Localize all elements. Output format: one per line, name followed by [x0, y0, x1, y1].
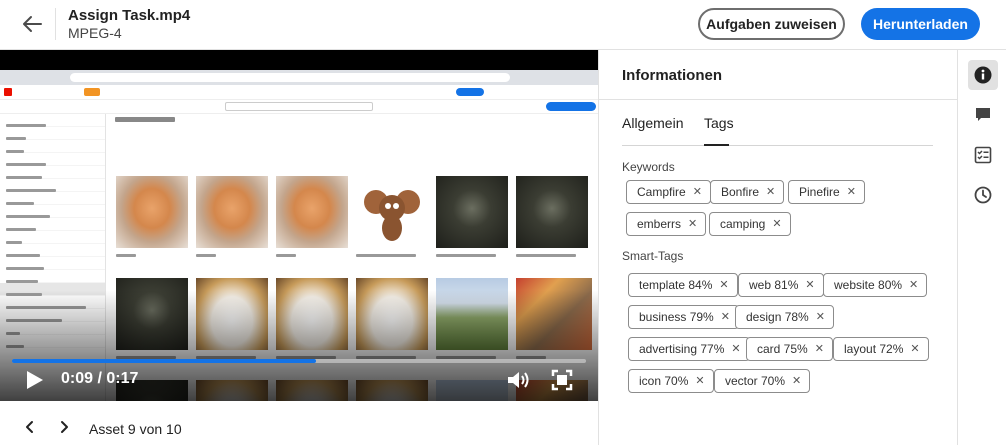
- frame-app-bar: [0, 85, 598, 100]
- smart-tag: icon 70% ✕: [628, 369, 714, 393]
- tag-label: vector 70%: [725, 374, 786, 388]
- tasks-icon: [974, 146, 992, 164]
- info-panel: Informationen Allgemein Tags Keywords Ca…: [599, 50, 957, 445]
- video-player[interactable]: 0:09 / 0:17: [0, 50, 598, 401]
- progress-fill: [12, 359, 317, 363]
- tab-general[interactable]: Allgemein: [622, 115, 683, 131]
- previous-asset-button[interactable]: [22, 419, 38, 435]
- tag-label: design 78%: [746, 310, 809, 324]
- asset-title: Assign Task.mp4: [68, 7, 191, 24]
- tag-label: card 75%: [757, 342, 808, 356]
- play-button[interactable]: [22, 368, 46, 392]
- volume-button[interactable]: [506, 368, 532, 392]
- download-button[interactable]: Herunterladen: [861, 8, 980, 40]
- header-divider: [55, 8, 56, 40]
- tag-label: emberrs: [637, 217, 682, 231]
- remove-tag-icon[interactable]: ✕: [816, 311, 825, 323]
- comment-icon: [976, 108, 990, 121]
- remove-tag-icon[interactable]: ✕: [766, 186, 775, 198]
- smart-tag: business 79% ✕: [628, 305, 739, 329]
- timecode: 0:09 / 0:17: [61, 370, 139, 387]
- tabs-baseline: [622, 145, 933, 146]
- smart-tag: card 75% ✕: [746, 337, 833, 361]
- remove-tag-icon[interactable]: ✕: [721, 311, 730, 323]
- chevron-left-icon: [26, 421, 33, 433]
- remove-tag-icon[interactable]: ✕: [815, 343, 824, 355]
- active-tab-indicator: [704, 144, 729, 146]
- smart-tags-label: Smart-Tags: [622, 249, 684, 263]
- fullscreen-button[interactable]: [551, 369, 573, 391]
- asset-type: MPEG-4: [68, 25, 122, 41]
- remove-tag-icon[interactable]: ✕: [909, 279, 918, 291]
- info-panel-separator: [599, 99, 957, 100]
- remove-tag-icon[interactable]: ✕: [910, 343, 919, 355]
- remove-tag-icon[interactable]: ✕: [693, 186, 702, 198]
- keywords-label: Keywords: [622, 160, 675, 174]
- chevron-right-icon: [61, 421, 68, 433]
- tag-label: icon 70%: [639, 374, 689, 388]
- tag-label: web 81%: [749, 278, 799, 292]
- remove-tag-icon[interactable]: ✕: [719, 279, 728, 291]
- info-panel-title: Informationen: [622, 67, 722, 84]
- tag-label: Campfire: [637, 185, 686, 199]
- smart-tag: advertising 77% ✕: [628, 337, 750, 361]
- tag-label: Pinefire: [799, 185, 840, 199]
- smart-tag: website 80% ✕: [823, 273, 928, 297]
- remove-tag-icon[interactable]: ✕: [792, 375, 801, 387]
- keyword-tag: Campfire ✕: [626, 180, 711, 204]
- progress-bar[interactable]: [12, 359, 586, 363]
- tag-label: business 79%: [639, 310, 714, 324]
- tag-label: website 80%: [834, 278, 903, 292]
- keyword-tag: emberrs ✕: [626, 212, 707, 236]
- smart-tag: template 84% ✕: [628, 273, 738, 297]
- tag-label: Bonfire: [721, 185, 760, 199]
- remove-tag-icon[interactable]: ✕: [847, 186, 856, 198]
- remove-tag-icon[interactable]: ✕: [731, 343, 740, 355]
- frame-browser-bar: [0, 70, 598, 85]
- tag-label: camping: [720, 217, 766, 231]
- tag-label: layout 72%: [844, 342, 904, 356]
- asset-pager: Asset 9 von 10: [0, 401, 598, 445]
- remove-tag-icon[interactable]: ✕: [772, 218, 781, 230]
- frame-toolbar: [0, 100, 598, 114]
- smart-tag: vector 70% ✕: [714, 369, 811, 393]
- history-button[interactable]: [968, 180, 998, 210]
- keyword-tag: Bonfire ✕: [710, 180, 785, 204]
- asset-position-label: Asset 9 von 10: [89, 421, 182, 437]
- volume-icon: [508, 372, 529, 388]
- right-rail: [958, 50, 1006, 445]
- remove-tag-icon[interactable]: ✕: [805, 279, 814, 291]
- tab-tags[interactable]: Tags: [704, 115, 734, 131]
- keyword-tag: Pinefire ✕: [788, 180, 865, 204]
- smart-tag: design 78% ✕: [735, 305, 834, 329]
- header: Assign Task.mp4 MPEG-4 Aufgaben zuweisen…: [0, 0, 1006, 50]
- smart-tag: web 81% ✕: [738, 273, 824, 297]
- fullscreen-icon: [551, 369, 573, 391]
- info-icon: [974, 66, 992, 84]
- comments-button[interactable]: [968, 100, 998, 130]
- smart-tag: layout 72% ✕: [833, 337, 929, 361]
- next-asset-button[interactable]: [56, 419, 72, 435]
- info-panel-button[interactable]: [968, 60, 998, 90]
- remove-tag-icon[interactable]: ✕: [695, 375, 704, 387]
- assign-tasks-button[interactable]: Aufgaben zuweisen: [698, 8, 845, 40]
- tag-label: template 84%: [639, 278, 713, 292]
- play-icon: [27, 371, 43, 389]
- tag-label: advertising 77%: [639, 342, 725, 356]
- remove-tag-icon[interactable]: ✕: [688, 218, 697, 230]
- back-button[interactable]: [18, 10, 46, 38]
- arrow-left-icon: [23, 16, 42, 32]
- history-icon: [974, 186, 992, 204]
- tasks-button[interactable]: [968, 140, 998, 170]
- keyword-tag: camping ✕: [709, 212, 791, 236]
